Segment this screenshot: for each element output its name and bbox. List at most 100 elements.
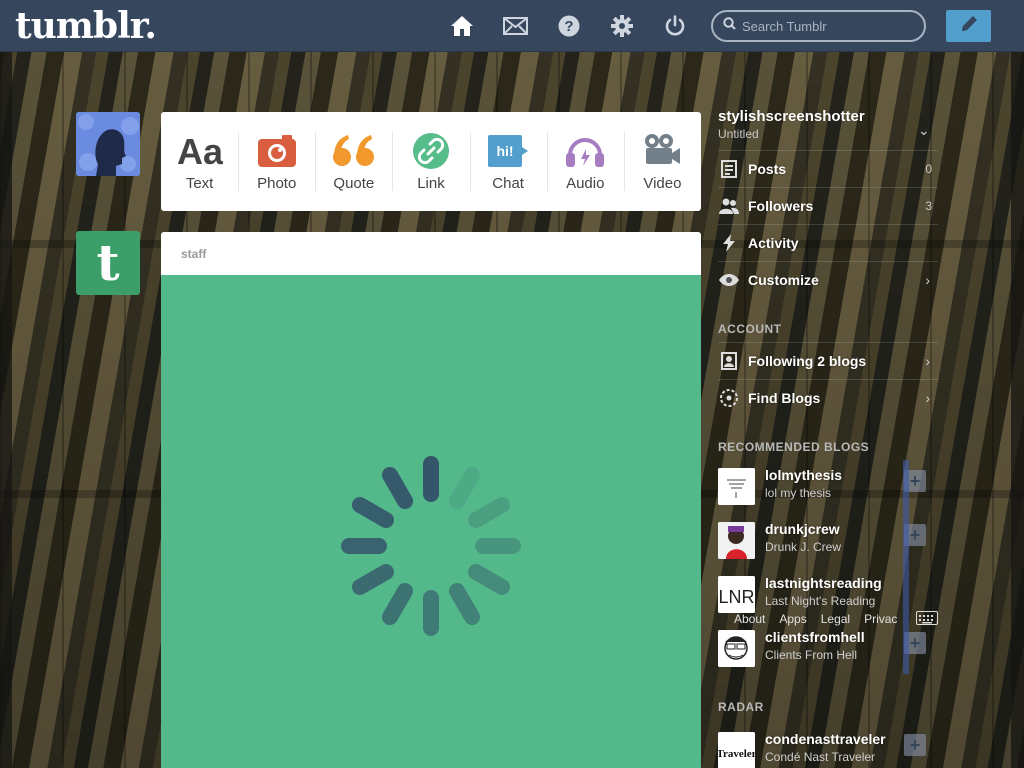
compose-post-button[interactable] — [946, 10, 991, 42]
sidebar-item-following[interactable]: Following 2 blogs › — [718, 342, 938, 379]
video-camera-icon — [644, 131, 681, 171]
search-box — [711, 10, 926, 42]
post-type-label: Video — [643, 175, 682, 192]
headphones-icon — [566, 131, 605, 171]
blog-name: lastnightsreading — [765, 575, 882, 591]
gear-icon[interactable] — [609, 13, 635, 39]
loading-spinner-icon — [341, 456, 521, 636]
posts-icon — [718, 158, 740, 180]
eye-icon — [718, 269, 740, 291]
blog-title: Drunk J. Crew — [765, 540, 842, 554]
followers-icon — [718, 195, 740, 217]
chevron-right-icon: › — [925, 353, 930, 369]
chat-icon: hi! — [488, 131, 529, 171]
post-author[interactable]: staff — [161, 232, 701, 275]
post-type-label: Quote — [333, 175, 375, 192]
post-video-button[interactable]: Video — [623, 112, 701, 211]
camera-icon — [257, 131, 296, 171]
posts-count: 0 — [925, 162, 932, 176]
radar-heading: RADAR — [718, 700, 764, 714]
sidebar-item-label: Find Blogs — [748, 390, 821, 406]
post-type-label: Link — [417, 175, 445, 192]
blog-title: Condé Nast Traveler — [765, 750, 876, 764]
radar-blog-item[interactable]: Traveler condenasttraveler Condé Nast Tr… — [718, 730, 938, 768]
blog-name: clientsfromhell — [765, 629, 865, 645]
post-type-label: Text — [185, 175, 214, 192]
help-icon[interactable]: ? — [556, 13, 582, 39]
post-audio-button[interactable]: Audio — [546, 112, 624, 211]
blog-avatar — [718, 522, 755, 559]
dashboard-post: staff — [161, 232, 701, 768]
follow-plus-icon[interactable]: + — [904, 734, 926, 756]
sidebar-item-customize[interactable]: Customize › — [718, 261, 938, 298]
traveler-avatar-text: Traveler — [718, 748, 755, 760]
background-edge-left — [0, 52, 12, 768]
sidebar-accent-strip — [903, 460, 909, 674]
post-link-button[interactable]: Link — [392, 112, 469, 211]
lnr-avatar-text: LNR — [718, 587, 754, 607]
svg-text:?: ? — [564, 18, 573, 35]
search-icon — [723, 17, 736, 35]
sidebar-item-label: Followers — [748, 198, 814, 214]
blog-avatar: Traveler — [718, 732, 755, 768]
search-input[interactable] — [742, 18, 912, 34]
svg-text:Aa: Aa — [177, 134, 223, 168]
chevron-right-icon: › — [925, 272, 930, 288]
compass-icon — [718, 387, 740, 409]
top-navigation-bar: tumblr. ? — [0, 0, 1024, 52]
sidebar-item-followers[interactable]: Followers 3 — [718, 187, 938, 224]
svg-text:hi!: hi! — [497, 143, 514, 159]
blog-name: lolmythesis — [765, 467, 843, 483]
post-quote-button[interactable]: Quote — [315, 112, 392, 211]
user-avatar[interactable] — [76, 112, 140, 176]
sidebar-item-label: Posts — [748, 161, 787, 177]
blog-name: drunkjcrew — [765, 521, 840, 537]
blog-title: Last Night's Reading — [765, 594, 876, 608]
sidebar-item-find-blogs[interactable]: Find Blogs › — [718, 379, 938, 416]
post-chat-button[interactable]: hi! Chat — [469, 112, 547, 211]
post-photo-button[interactable]: Photo — [238, 112, 315, 211]
footer-link-about[interactable]: About — [734, 612, 765, 626]
blog-title: Clients From Hell — [765, 648, 858, 662]
tumblr-logo[interactable]: tumblr. — [15, 5, 157, 47]
post-type-label: Photo — [257, 175, 297, 192]
keyboard-shortcuts-icon[interactable] — [916, 611, 938, 625]
post-type-label: Chat — [492, 175, 524, 192]
footer-link-privacy[interactable]: Privac — [864, 612, 897, 626]
sidebar-item-posts[interactable]: Posts 0 — [718, 150, 938, 187]
power-icon[interactable] — [662, 13, 688, 39]
home-icon[interactable] — [449, 13, 475, 39]
following-icon — [718, 350, 740, 372]
staff-avatar[interactable]: t — [76, 231, 140, 295]
background-edge-right — [1011, 52, 1024, 768]
recommended-heading: RECOMMENDED BLOGS — [718, 440, 870, 454]
followers-count: 3 — [925, 199, 932, 213]
footer-link-legal[interactable]: Legal — [821, 612, 850, 626]
post-type-label: Audio — [566, 175, 605, 192]
lightning-icon — [718, 232, 740, 254]
sidebar-item-label: Customize — [748, 272, 819, 288]
blog-name[interactable]: stylishscreenshotter — [718, 108, 865, 125]
blog-avatar — [718, 468, 755, 505]
blog-menu-chevron-down-icon[interactable]: ⌄ — [918, 122, 930, 139]
sidebar-item-label: Following 2 blogs — [748, 353, 867, 369]
footer-link-apps[interactable]: Apps — [779, 612, 806, 626]
blog-name: condenasttraveler — [765, 731, 886, 747]
post-text-button[interactable]: Aa Text — [161, 112, 238, 211]
text-icon: Aa — [177, 131, 223, 171]
post-author-name: staff — [181, 247, 207, 261]
staff-avatar-letter: t — [96, 233, 120, 292]
mail-icon[interactable] — [502, 13, 528, 39]
blog-subtitle: Untitled — [718, 127, 759, 141]
chevron-right-icon: › — [925, 390, 930, 406]
pencil-icon — [959, 14, 979, 39]
footer-links: About Apps Legal Privac — [734, 612, 934, 626]
sidebar-item-activity[interactable]: Activity — [718, 224, 938, 261]
blog-avatar: LNR — [718, 576, 755, 613]
account-heading: ACCOUNT — [718, 322, 782, 336]
sidebar-item-label: Activity — [748, 235, 799, 251]
link-icon — [412, 131, 449, 171]
post-type-bar: Aa Text Photo Quote Link hi! Chat Audio — [161, 112, 701, 211]
quote-icon — [332, 131, 375, 171]
blog-title: lol my thesis — [765, 486, 832, 500]
